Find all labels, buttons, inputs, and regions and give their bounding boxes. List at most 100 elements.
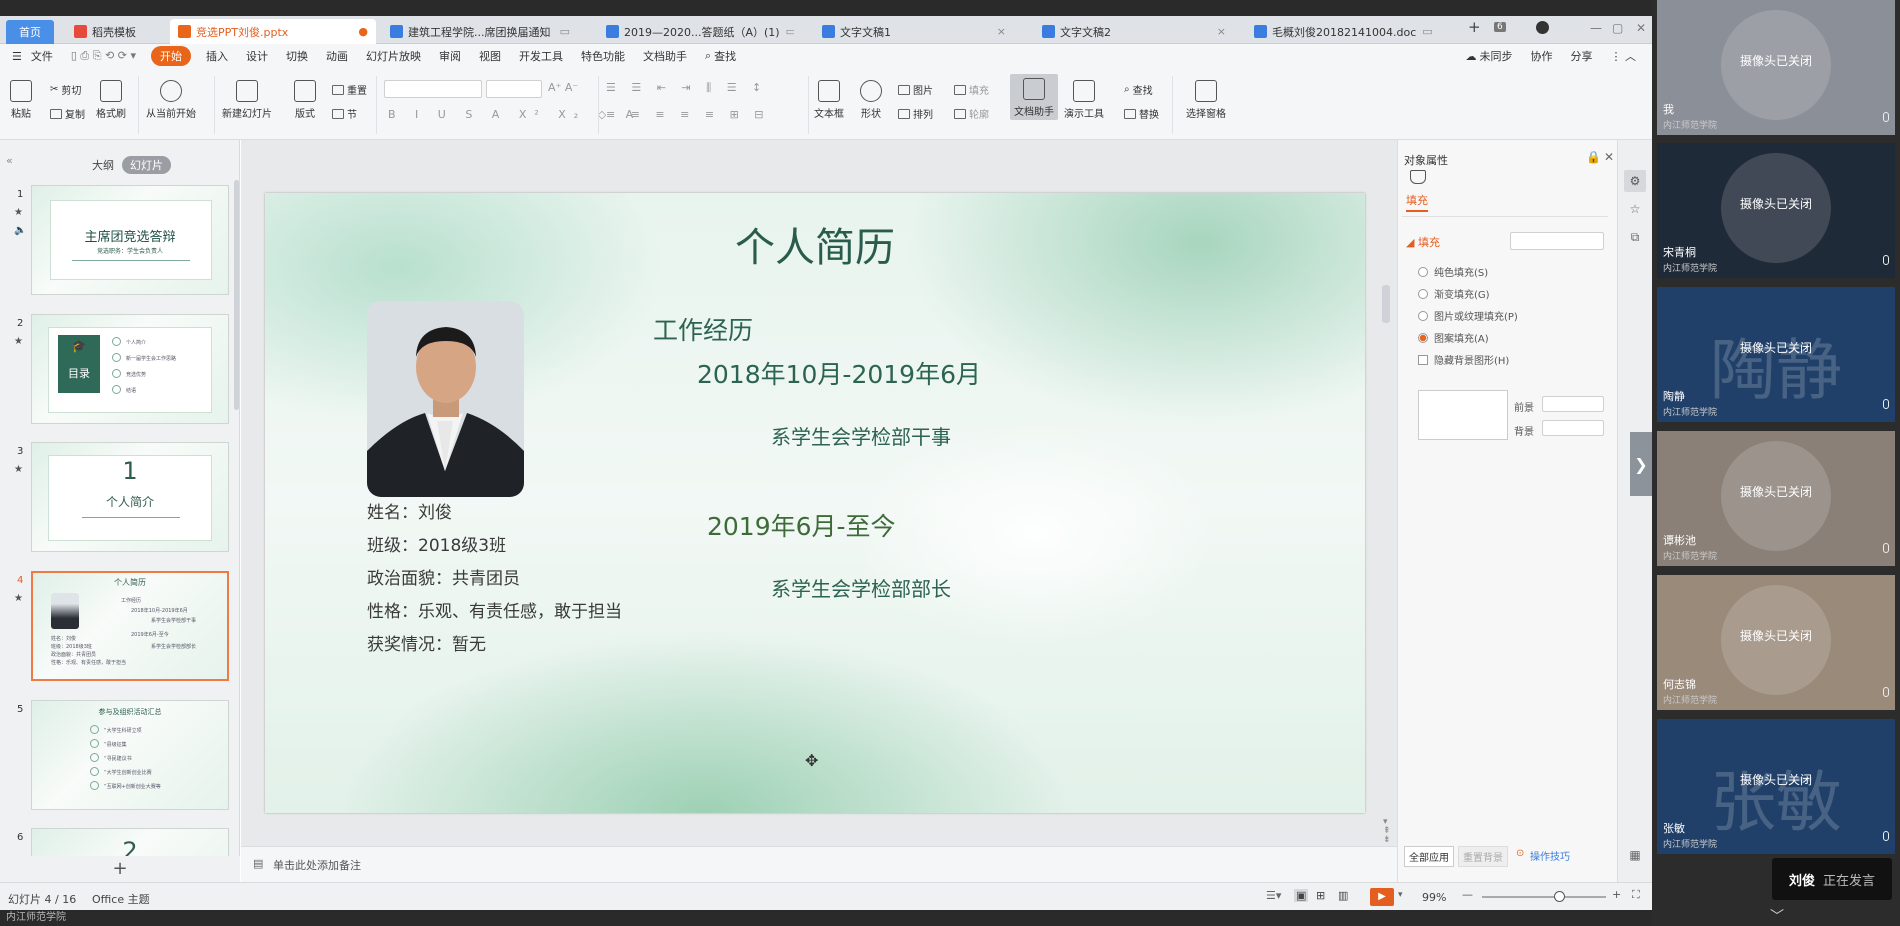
tab-doc-maogai[interactable]: 毛概刘俊20182141004.doc ▭ — [1246, 19, 1432, 44]
tab-outline[interactable]: 大纲 — [84, 156, 122, 174]
info-class[interactable]: 班级：2018级3班 — [367, 531, 506, 556]
close-window-icon[interactable]: ✕ — [1636, 21, 1646, 35]
window-icon[interactable]: ▭ — [554, 25, 570, 38]
avatar[interactable] — [1536, 21, 1549, 34]
shape-button[interactable]: 形状 — [860, 80, 882, 120]
find-button[interactable]: ⌕ 查找 — [1124, 82, 1153, 97]
menu-review[interactable]: 审阅 — [439, 48, 461, 64]
section-button[interactable]: 节 — [332, 106, 357, 121]
microphone-icon[interactable] — [1883, 831, 1889, 841]
share-button[interactable]: 分享 — [1571, 48, 1593, 64]
panel-title[interactable]: 对象属性 — [1404, 152, 1448, 168]
participant-tile[interactable]: 摄像头已关闭 谭彬池 内江师范学院 — [1657, 431, 1895, 566]
menu-search[interactable]: 查找 — [714, 48, 736, 64]
star-shape-icon[interactable]: ☆ — [1624, 198, 1646, 220]
maximize-icon[interactable]: ▢ — [1612, 21, 1623, 35]
textbox-button[interactable]: 文本框 — [814, 80, 844, 120]
cut-button[interactable]: ✂ 剪切 — [50, 82, 81, 97]
tab-fill[interactable]: 填充 — [1406, 192, 1428, 212]
period-2[interactable]: 2019年6月-至今 — [707, 507, 896, 543]
tips-link[interactable]: 操作技巧 — [1530, 848, 1570, 863]
reset-button[interactable]: 重置 — [332, 82, 367, 97]
menu-transition[interactable]: 切换 — [286, 48, 308, 64]
role-1[interactable]: 系学生会学检部干事 — [771, 421, 951, 450]
participant-tile[interactable]: 摄像头已关闭 何志锦 内江师范学院 — [1657, 575, 1895, 710]
paste-button[interactable]: 粘贴 — [10, 80, 32, 120]
layout-button[interactable]: 版式 — [294, 80, 316, 120]
radio-gradient[interactable]: 渐变填充(G) — [1418, 286, 1490, 301]
collab-button[interactable]: 协作 — [1531, 48, 1553, 64]
fill-section-label[interactable]: ◢ 填充 — [1406, 234, 1440, 250]
tab-doc-2[interactable]: 文字文稿2 × — [1034, 19, 1234, 44]
play-from-current-button[interactable]: 从当前开始 — [146, 80, 196, 120]
info-awards[interactable]: 获奖情况：暂无 — [367, 630, 486, 655]
zoom-out-icon[interactable]: — — [1462, 888, 1473, 901]
arrange-button[interactable]: 排列 — [898, 106, 933, 121]
notes-bar[interactable]: ▤ 单击此处添加备注 — [241, 846, 1397, 882]
background-color-select[interactable] — [1542, 420, 1604, 436]
font-grow-shrink-icons[interactable]: A⁺ A⁻ — [548, 81, 578, 94]
microphone-icon[interactable] — [1883, 399, 1889, 409]
tab-doc-1[interactable]: 文字文稿1 × — [814, 19, 1014, 44]
zoom-slider[interactable] — [1482, 891, 1606, 902]
thumb-scrollbar[interactable] — [234, 180, 239, 410]
reset-bg-button[interactable]: 重置背景 — [1458, 846, 1508, 867]
microphone-icon[interactable] — [1883, 255, 1889, 265]
zoom-slider-knob[interactable] — [1553, 891, 1565, 902]
tab-doc-notice[interactable]: 建筑工程学院...席团换届通知 ▭ — [382, 19, 578, 44]
new-slide-button[interactable]: 新建幻灯片 — [222, 80, 272, 120]
copy-layers-icon[interactable]: ⧉ — [1624, 226, 1646, 248]
zoom-level[interactable]: 99% — [1422, 891, 1446, 904]
close-icon[interactable]: × — [1211, 25, 1226, 38]
chevron-down-icon[interactable]: ▾ — [1398, 890, 1403, 900]
slide-title[interactable]: 个人简历 — [265, 215, 1365, 273]
font-style-icons[interactable]: B I U S A X² X₂ ◇ A — [388, 108, 641, 121]
menu-doc-helper[interactable]: 文档助手 — [643, 48, 687, 64]
close-icon[interactable]: ✕ — [1604, 150, 1614, 164]
info-name[interactable]: 姓名：刘俊 — [367, 498, 452, 523]
info-political[interactable]: 政治面貌：共青团员 — [367, 564, 520, 589]
present-tools-button[interactable]: 演示工具 — [1064, 80, 1104, 120]
tab-doc-answer[interactable]: 2019—2020...答题纸（A）(1) ▭ — [598, 19, 794, 44]
new-tab-icon[interactable]: + — [1468, 18, 1481, 36]
fit-window-icon[interactable]: ⛶ — [1632, 888, 1640, 902]
reading-view-icon[interactable]: ▥ — [1338, 889, 1348, 902]
slide-4[interactable]: 个人简历 工作经历 2018年10月-2019年6月 系学生会学检部干事 201… — [265, 193, 1365, 813]
tab-home[interactable]: 首页 — [6, 20, 54, 44]
menu-slideshow[interactable]: 幻灯片放映 — [366, 48, 421, 64]
period-1[interactable]: 2018年10月-2019年6月 — [697, 355, 981, 391]
alignment-icons[interactable]: ≡ ≡ ≡ ≡ ≡ ⊞ ⊟ — [606, 108, 770, 121]
participant-tile[interactable]: 摄像头已关闭我内江师范学院 — [1657, 0, 1895, 135]
page-nav-icons[interactable]: ▾ ⇞ ⇟ — [1383, 818, 1391, 845]
replace-button[interactable]: 替换 — [1124, 106, 1159, 121]
copy-button[interactable]: 复制 — [50, 106, 85, 121]
minimize-icon[interactable]: — — [1590, 21, 1602, 35]
apply-all-button[interactable]: 全部应用 — [1404, 846, 1454, 867]
tab-docer[interactable]: 稻壳模板 — [66, 19, 166, 44]
radio-pattern[interactable]: 图案填充(A) — [1418, 330, 1489, 345]
pattern-preview-select[interactable] — [1418, 390, 1508, 440]
participant-tile[interactable]: 张敏 摄像头已关闭 张敏 内江师范学院 — [1657, 719, 1895, 854]
properties-icon[interactable]: ⚙ — [1624, 170, 1646, 192]
profile-photo[interactable] — [367, 301, 524, 497]
window-icon[interactable]: ▭ — [1416, 25, 1432, 38]
play-slideshow-button[interactable]: ▶ — [1370, 888, 1394, 906]
grid-icon[interactable]: ▦ — [1624, 844, 1646, 866]
microphone-icon[interactable] — [1883, 112, 1889, 122]
doc-helper-button[interactable]: 文档助手 — [1010, 74, 1058, 120]
fill-bucket-icon[interactable] — [1410, 170, 1426, 184]
theme-name[interactable]: Office 主题 — [92, 891, 150, 907]
cloud-sync-icon[interactable]: ☁ — [1466, 50, 1477, 63]
work-heading[interactable]: 工作经历 — [653, 311, 753, 347]
foreground-color-select[interactable] — [1542, 396, 1604, 412]
hide-bg-checkbox[interactable]: 隐藏背景图形(H) — [1418, 352, 1509, 367]
menu-special[interactable]: 特色功能 — [581, 48, 625, 64]
menu-view[interactable]: 视图 — [479, 48, 501, 64]
notes-placeholder[interactable]: 单击此处添加备注 — [273, 857, 361, 873]
collapse-ribbon-icon[interactable]: ⋮ ︿ — [1611, 48, 1637, 64]
microphone-icon[interactable] — [1883, 687, 1889, 697]
chevron-down-icon[interactable]: ﹀ — [1770, 906, 1784, 926]
canvas-scrollbar[interactable] — [1382, 285, 1390, 323]
menu-dev-tools[interactable]: 开发工具 — [519, 48, 563, 64]
role-2[interactable]: 系学生会学检部部长 — [771, 573, 951, 602]
